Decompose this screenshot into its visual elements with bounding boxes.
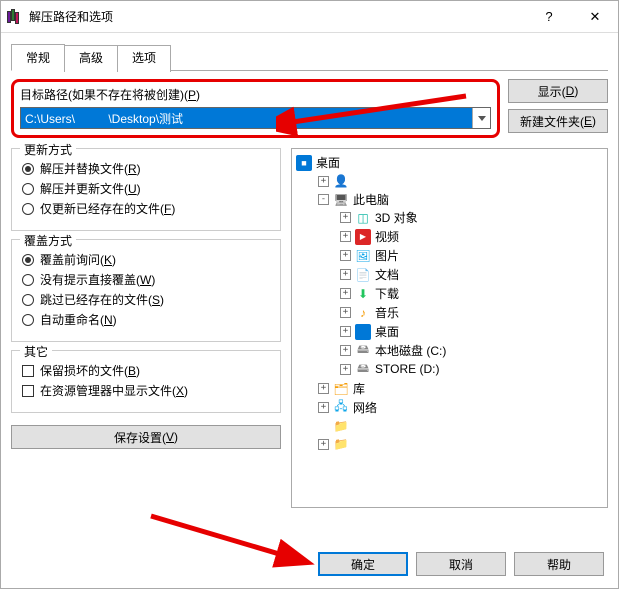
radio-update-existing[interactable]: 仅更新已经存在的文件(F) [22,200,270,217]
path-input[interactable] [21,108,472,128]
radio-extract-replace[interactable]: 解压并替换文件(R) [22,160,270,177]
expand-icon[interactable]: + [340,326,351,337]
other-group: 其它 保留损坏的文件(B) 在资源管理器中显示文件(X) [11,350,281,413]
folder-icon: 📁 [333,418,349,434]
drive-icon: 🖴 [355,343,371,359]
combobox-arrow-icon[interactable] [472,108,490,128]
display-button[interactable]: 显示(D) [508,79,608,103]
tree-user[interactable]: +👤 [318,173,603,189]
download-icon: ⬇ [355,286,371,302]
tree-desktop2[interactable]: + 桌面 [340,323,603,340]
video-icon [355,229,371,245]
user-icon: 👤 [333,173,349,189]
picture-icon: 🖼 [355,248,371,264]
ok-button[interactable]: 确定 [318,552,408,576]
radio-skip-existing[interactable]: 跳过已经存在的文件(S) [22,291,270,308]
tree-pictures[interactable]: +🖼图片 [340,247,603,264]
extract-dialog: 解压路径和选项 ? ✕ 常规 高级 选项 目标路径(如果不存在将被创建)(P) [0,0,619,589]
titlebar: 解压路径和选项 ? ✕ [1,1,618,33]
expand-icon[interactable]: + [340,345,351,356]
cancel-button[interactable]: 取消 [416,552,506,576]
desktop-icon [355,324,371,340]
close-button[interactable]: ✕ [572,1,618,33]
expand-icon[interactable]: + [318,439,329,450]
tree-libraries[interactable]: +🗂库 [318,380,603,397]
desktop-icon: ■ [296,155,312,171]
help-button[interactable]: 帮助 [514,552,604,576]
expand-icon[interactable]: + [340,269,351,280]
tab-advanced[interactable]: 高级 [64,45,118,72]
expand-icon[interactable]: + [340,250,351,261]
path-label: 目标路径(如果不存在将被创建)(P) [20,86,491,103]
tree-documents[interactable]: +📄文档 [340,266,603,283]
tree-folder-1[interactable]: 📁 [318,418,603,434]
expand-icon[interactable]: + [340,307,351,318]
radio-extract-update[interactable]: 解压并更新文件(U) [22,180,270,197]
annotation-arrow-2 [141,506,321,576]
expand-icon[interactable]: + [340,364,351,375]
path-combobox[interactable] [20,107,491,129]
tree-3dobjects[interactable]: +◫3D 对象 [340,209,603,226]
update-legend: 更新方式 [20,141,76,158]
pc-icon: 🖥 [333,192,349,208]
document-icon: 📄 [355,267,371,283]
new-folder-button[interactable]: 新建文件夹(E) [508,109,608,133]
radio-overwrite-noprompt[interactable]: 没有提示直接覆盖(W) [22,271,270,288]
expand-icon[interactable]: + [340,231,351,242]
expand-icon[interactable]: + [340,212,351,223]
radio-auto-rename[interactable]: 自动重命名(N) [22,311,270,328]
update-mode-group: 更新方式 解压并替换文件(R) 解压并更新文件(U) 仅更新已经存在的文件(F) [11,148,281,231]
folder-icon: 📁 [333,436,349,452]
expand-icon[interactable]: + [318,383,329,394]
radio-ask-overwrite[interactable]: 覆盖前询问(K) [22,251,270,268]
check-keep-broken[interactable]: 保留损坏的文件(B) [22,362,270,379]
tree-desktop[interactable]: ■ 桌面 [296,153,603,172]
tree-music[interactable]: +♪音乐 [340,304,603,321]
tree-network[interactable]: +🖧网络 [318,399,603,416]
path-highlight: 目标路径(如果不存在将被创建)(P) [11,79,500,138]
check-show-explorer[interactable]: 在资源管理器中显示文件(X) [22,382,270,399]
expand-icon[interactable]: + [318,176,329,187]
expand-icon[interactable]: + [340,288,351,299]
save-settings-button[interactable]: 保存设置(V) [11,425,281,449]
expand-icon[interactable]: + [318,402,329,413]
window-title: 解压路径和选项 [29,8,526,25]
help-button[interactable]: ? [526,1,572,33]
app-icon [7,9,23,25]
tree-downloads[interactable]: +⬇下载 [340,285,603,302]
dialog-footer: 确定 取消 帮助 [318,552,604,576]
drive-icon: 🖴 [355,361,371,377]
cube-icon: ◫ [355,210,371,226]
tree-ddrive[interactable]: +🖴STORE (D:) [340,361,603,377]
folder-tree[interactable]: ■ 桌面 +👤 -🖥此电脑 +◫3D 对象 +视频 +🖼图片 +📄文档 +⬇下载… [291,148,608,508]
tree-folder-2[interactable]: +📁 [318,436,603,452]
tree-cdrive[interactable]: +🖴本地磁盘 (C:) [340,342,603,359]
other-legend: 其它 [20,343,52,360]
music-icon: ♪ [355,305,371,321]
tree-video[interactable]: +视频 [340,228,603,245]
tab-options[interactable]: 选项 [117,45,171,72]
library-icon: 🗂 [333,381,349,397]
tabs: 常规 高级 选项 [11,43,608,71]
tab-general[interactable]: 常规 [11,44,65,71]
tree-thispc[interactable]: -🖥此电脑 [318,191,603,208]
network-icon: 🖧 [333,400,349,416]
overwrite-mode-group: 覆盖方式 覆盖前询问(K) 没有提示直接覆盖(W) 跳过已经存在的文件(S) 自… [11,239,281,342]
collapse-icon[interactable]: - [318,194,329,205]
overwrite-legend: 覆盖方式 [20,232,76,249]
